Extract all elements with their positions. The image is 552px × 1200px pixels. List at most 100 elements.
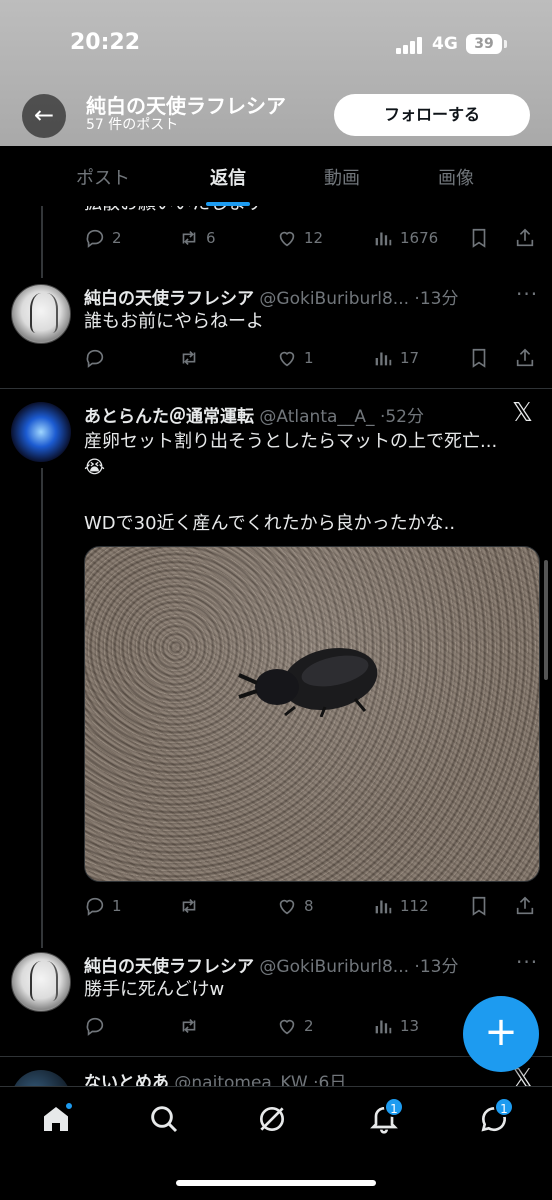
tab-images[interactable]: 画像 [401, 164, 511, 190]
share-icon [516, 228, 534, 247]
view-count: 112 [400, 897, 429, 915]
retweet-button[interactable] [178, 892, 206, 920]
like-button[interactable]: 8 [276, 892, 314, 920]
bookmark-icon [472, 348, 486, 368]
bookmark-button[interactable] [468, 224, 496, 252]
retweet-button[interactable] [178, 344, 206, 372]
reply-icon [86, 897, 104, 916]
tweet-header: 純白の天使ラフレシア @GokiBuriburl8... ·13分 [84, 957, 459, 977]
nav-notifications[interactable]: 1 [368, 1097, 408, 1143]
search-icon [151, 1106, 178, 1133]
share-button[interactable] [514, 344, 542, 372]
avatar[interactable] [11, 402, 71, 462]
more-options-icon[interactable]: ··· [516, 282, 538, 306]
reply-button[interactable]: 2 [84, 224, 122, 252]
avatar[interactable] [11, 952, 71, 1012]
post-image[interactable] [84, 546, 540, 882]
user-handle[interactable]: @GokiBuriburl8... [259, 289, 409, 309]
like-count: 8 [304, 897, 314, 915]
tweet-time: 52分 [385, 407, 424, 427]
bookmark-button[interactable] [468, 892, 496, 920]
heart-icon [279, 351, 295, 367]
back-button[interactable]: ← [22, 94, 66, 138]
share-icon [516, 896, 534, 915]
user-handle[interactable]: @Atlanta__A_ [259, 407, 374, 427]
nav-grok[interactable] [256, 1103, 296, 1143]
thread-line [41, 468, 43, 948]
view-count: 1676 [400, 229, 439, 247]
like-count: 2 [304, 1017, 314, 1035]
heart-icon [279, 231, 295, 247]
status-bar: 20:22 4G 39 [0, 0, 552, 90]
reply-icon [86, 349, 104, 368]
scrollbar[interactable] [544, 560, 548, 680]
user-name[interactable]: ないとめあ [84, 1073, 169, 1086]
divider [0, 388, 552, 389]
retweet-icon [182, 898, 196, 914]
reply-count: 1 [112, 897, 122, 915]
tweet-header: ないとめあ @naitomea_KW ·6日 [84, 1068, 346, 1086]
more-options-icon[interactable]: ··· [516, 950, 538, 974]
tweet-time: 13分 [419, 957, 459, 977]
view-count: 17 [400, 349, 420, 367]
tab-videos[interactable]: 動画 [287, 164, 397, 190]
nav-messages[interactable]: 1 [478, 1097, 518, 1143]
bookmark-button[interactable] [468, 344, 496, 372]
views-button[interactable]: 112 [372, 892, 429, 920]
reply-button[interactable]: 1 [84, 892, 122, 920]
tweet-actions: 1 8 112 [84, 892, 544, 920]
nav-home[interactable] [40, 1101, 80, 1143]
retweet-icon [182, 230, 196, 246]
share-icon [516, 348, 534, 367]
home-new-dot [64, 1101, 74, 1111]
bookmark-icon [472, 896, 486, 916]
user-name[interactable]: 純白の天使ラフレシア [84, 957, 254, 977]
like-button[interactable]: 1 [276, 344, 314, 372]
tweet-actions: 1 17 [84, 344, 544, 372]
reply-count: 2 [112, 229, 122, 247]
retweet-icon [182, 1018, 196, 1034]
user-name[interactable]: あとらんた＠通常運転 [84, 407, 254, 427]
tweet-text: 誰もお前にやらねーよ [84, 311, 264, 332]
compose-button[interactable]: + [463, 996, 539, 1072]
retweet-count: 6 [206, 229, 216, 247]
thread-line [41, 206, 43, 268]
views-button[interactable]: 1676 [372, 224, 438, 252]
views-icon [375, 352, 392, 366]
views-button[interactable]: 17 [372, 344, 419, 372]
post-count: 57 件のポスト [86, 117, 179, 133]
tweet-text: 拡散お願いいたします [84, 206, 264, 218]
like-count: 1 [304, 349, 314, 367]
views-button[interactable]: 13 [372, 1012, 419, 1040]
follow-button[interactable]: フォローする [334, 94, 530, 136]
tweet-time: 6日 [318, 1073, 347, 1086]
user-handle[interactable]: @GokiBuriburl8... [259, 957, 409, 977]
tweet-text: 産卵セット割り出そうとしたらマットの上で死亡... [84, 431, 498, 452]
user-name[interactable]: 純白の天使ラフレシア [84, 289, 254, 309]
reply-button[interactable] [84, 1012, 112, 1040]
share-button[interactable] [514, 892, 542, 920]
profile-banner: 20:22 4G 39 ← 純白の天使ラフレシア 57 件のポスト フォローする [0, 0, 552, 146]
like-button[interactable]: 2 [276, 1012, 314, 1040]
tab-replies[interactable]: 返信 [173, 164, 283, 190]
messages-badge: 1 [494, 1097, 514, 1117]
retweet-button[interactable] [178, 1012, 206, 1040]
tweet-emoji: 😭 [84, 457, 106, 478]
like-count: 12 [304, 229, 324, 247]
nav-search[interactable] [148, 1103, 188, 1143]
avatar[interactable] [11, 284, 71, 344]
reply-button[interactable] [84, 344, 112, 372]
profile-tabs: ポスト 返信 動画 画像 [0, 146, 552, 206]
tweet-actions: 2 6 12 1676 [84, 224, 544, 252]
avatar[interactable] [11, 1070, 71, 1086]
reply-feed: 拡散お願いいたします 2 6 12 1676 純白の天使ラフレシア @GokiB… [0, 206, 552, 1086]
arrow-left-icon: ← [33, 101, 55, 129]
battery-icon: 39 [466, 34, 507, 54]
like-button[interactable]: 12 [276, 224, 323, 252]
retweet-button[interactable]: 6 [178, 224, 216, 252]
share-button[interactable] [514, 224, 542, 252]
retweet-icon [182, 350, 196, 366]
tab-posts[interactable]: ポスト [48, 164, 158, 190]
user-handle[interactable]: @naitomea_KW [174, 1073, 307, 1086]
notifications-badge: 1 [384, 1097, 404, 1117]
